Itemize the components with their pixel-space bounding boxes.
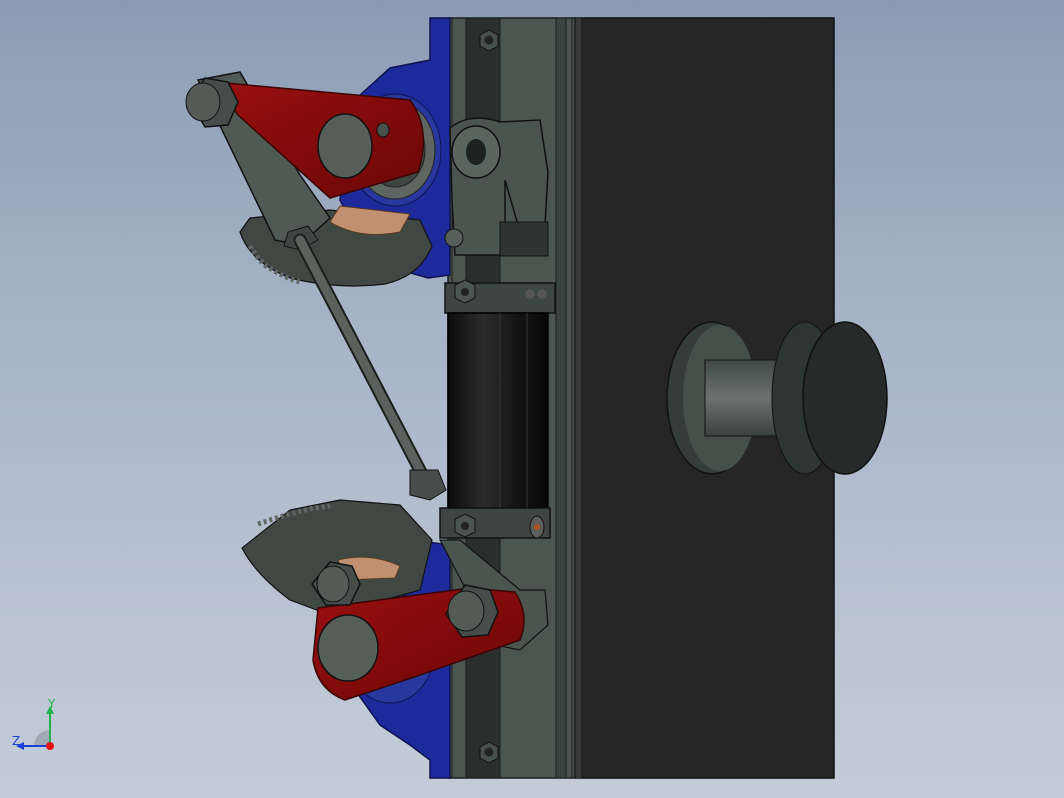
orientation-triad[interactable]: Y Z: [8, 698, 68, 758]
pneumatic-cylinder[interactable]: [439, 279, 556, 539]
x-axis-dot: [46, 742, 54, 750]
upper-clevis[interactable]: [444, 117, 549, 257]
cad-viewport[interactable]: Y Z: [0, 0, 1064, 798]
model-assembly[interactable]: [0, 0, 1064, 798]
y-axis-label: Y: [47, 698, 56, 711]
hex-nut: [479, 741, 499, 764]
z-axis-label: Z: [12, 734, 20, 748]
hex-nut: [479, 29, 499, 52]
